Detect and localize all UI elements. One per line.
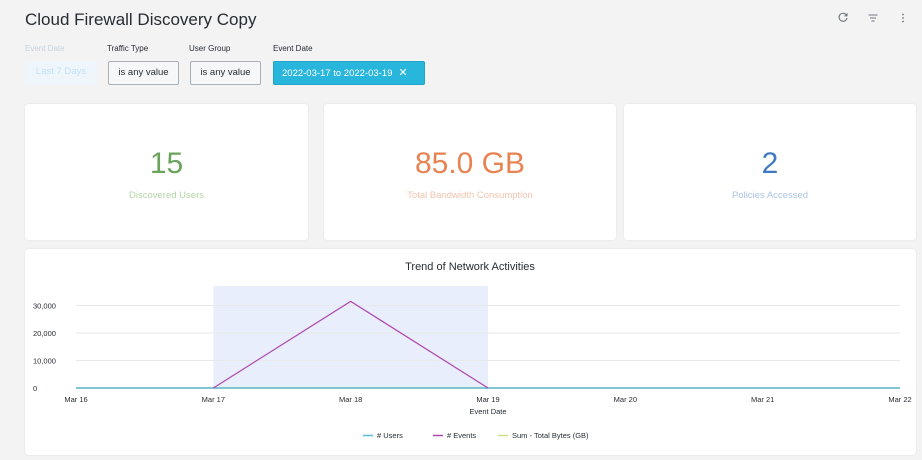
dashboard-header: Cloud Firewall Discovery Copy (0, 0, 922, 42)
more-vertical-icon[interactable] (896, 12, 910, 28)
y-tick-label: 20,000 (33, 329, 56, 338)
filter-bar: Event Date Last 7 Days Traffic Type is a… (0, 44, 922, 90)
x-tick-label: Mar 16 (64, 395, 87, 404)
x-tick-label: Mar 19 (476, 395, 499, 404)
legend-label: # Events (447, 431, 476, 440)
x-axis-label: Event Date (469, 407, 506, 416)
filter-event-date-preset: Event Date (25, 44, 65, 53)
filter-label: User Group (189, 44, 231, 53)
y-tick-label: 0 (33, 384, 37, 393)
kpi-label: Discovered Users (129, 190, 204, 201)
kpi-value: 2 (761, 147, 779, 180)
kpi-card-discovered-users: 15 Discovered Users (25, 104, 308, 240)
filter-event-date-range: Event Date (273, 44, 313, 53)
trend-chart-card: Trend of Network Activities 0 10,000 20,000… (25, 249, 916, 455)
legend-label: # Users (377, 431, 403, 440)
user-group-button[interactable]: is any value (190, 61, 261, 85)
filter-label: Traffic Type (107, 44, 149, 53)
filter-icon[interactable] (866, 12, 880, 28)
page-title: Cloud Firewall Discovery Copy (25, 10, 257, 29)
event-date-range-value: 2022-03-17 to 2022-03-19 (282, 68, 393, 79)
x-tick-label: Mar 20 (614, 395, 637, 404)
close-icon[interactable]: ✕ (398, 67, 407, 79)
y-tick-label: 30,000 (33, 302, 56, 311)
kpi-value: 15 (149, 147, 184, 180)
kpi-value: 85.0 GB (414, 147, 526, 180)
kpi-card-policies: 2 Policies Accessed (624, 104, 916, 240)
chart-title: Trend of Network Activities (405, 261, 535, 273)
event-date-range-chip[interactable]: 2022-03-17 to 2022-03-19 ✕ (273, 61, 425, 85)
filter-traffic-type: Traffic Type (107, 44, 148, 53)
refresh-icon[interactable] (836, 12, 850, 28)
filter-label: Event Date (273, 44, 313, 53)
x-tick-label: Mar 17 (202, 395, 225, 404)
filter-user-group: User Group (189, 44, 230, 53)
x-tick-label: Mar 22 (888, 395, 911, 404)
filter-label: Event Date (25, 44, 65, 53)
kpi-label: Policies Accessed (731, 190, 809, 201)
traffic-type-button[interactable]: is any value (108, 61, 179, 85)
kpi-label: Total Bandwidth Consumption (407, 190, 533, 201)
x-tick-label: Mar 21 (751, 395, 774, 404)
trend-chart: Trend of Network Activities 0 10,000 20,000… (33, 261, 912, 440)
event-date-preset-button[interactable]: Last 7 Days (25, 61, 97, 85)
legend-label: Sum - Total Bytes (GB) (512, 431, 589, 440)
x-tick-label: Mar 18 (339, 395, 362, 404)
y-tick-label: 10,000 (33, 357, 56, 366)
kpi-card-bandwidth: 85.0 GB Total Bandwidth Consumption (324, 104, 616, 240)
